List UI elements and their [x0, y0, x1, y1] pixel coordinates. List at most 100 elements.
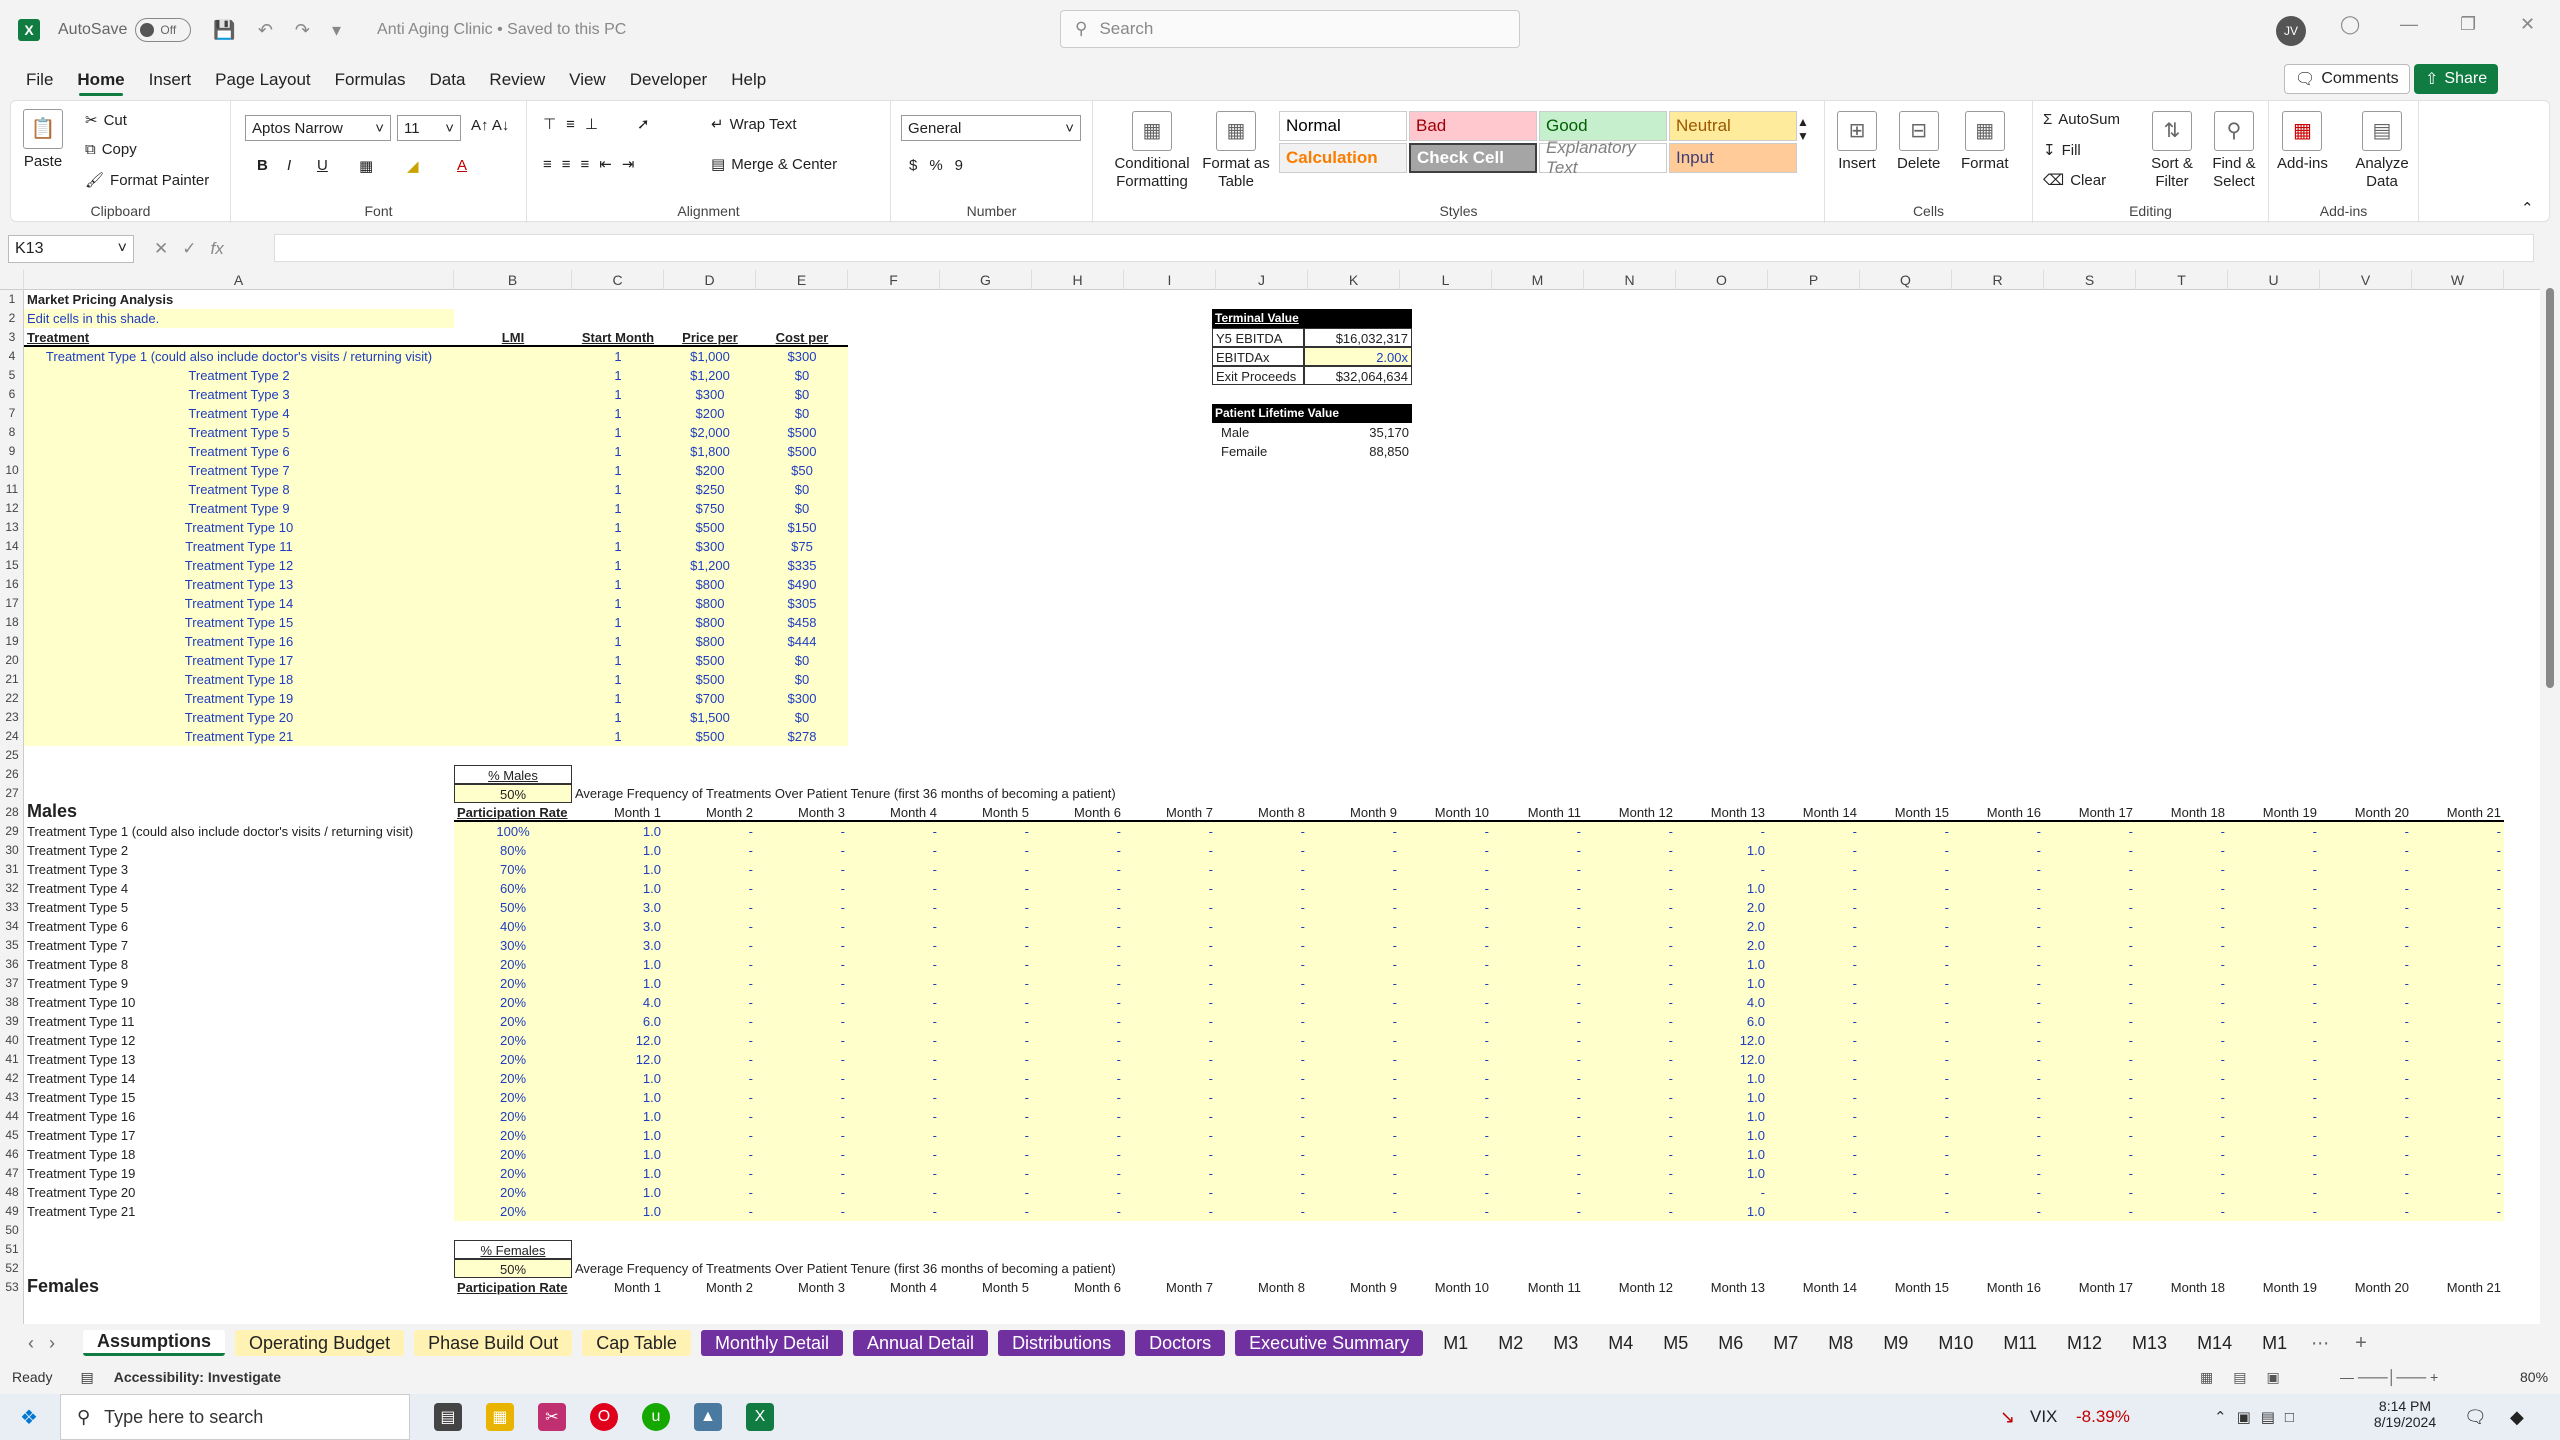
male-frequency-cell[interactable]: - — [1308, 1069, 1400, 1088]
clock[interactable]: 8:14 PM 8/19/2024 — [2362, 1398, 2448, 1430]
price-cell[interactable]: $200 — [664, 461, 756, 480]
male-frequency-cell[interactable]: - — [848, 917, 940, 936]
price-cell[interactable]: $800 — [664, 594, 756, 613]
male-participation-rate[interactable]: 20% — [454, 1164, 572, 1183]
male-frequency-cell[interactable]: - — [2136, 1126, 2228, 1145]
male-frequency-cell[interactable]: - — [1952, 1050, 2044, 1069]
terminal-value[interactable]: $16,032,317 — [1304, 328, 1412, 347]
male-frequency-cell[interactable]: - — [1492, 898, 1584, 917]
zoom-level[interactable]: 80% — [2520, 1369, 2548, 1385]
row-header[interactable]: 18 — [0, 613, 24, 632]
male-frequency-cell[interactable]: 12.0 — [572, 1050, 664, 1069]
style-normal[interactable]: Normal — [1279, 111, 1407, 141]
month-header[interactable]: Month 15 — [1860, 803, 1952, 822]
more-tabs-icon[interactable]: ⋯ — [2311, 1333, 2329, 1354]
male-frequency-cell[interactable]: - — [756, 898, 848, 917]
male-frequency-cell[interactable]: - — [1492, 860, 1584, 879]
lmi-cell[interactable] — [454, 651, 572, 670]
sheet-tab-m14[interactable]: M14 — [2187, 1330, 2242, 1356]
male-frequency-cell[interactable]: - — [2044, 936, 2136, 955]
row-header[interactable]: 29 — [0, 822, 24, 841]
male-frequency-cell[interactable]: - — [1400, 1012, 1492, 1031]
male-frequency-cell[interactable]: - — [2136, 879, 2228, 898]
column-header-Q[interactable]: Q — [1860, 270, 1952, 290]
treatment-name[interactable]: Treatment Type 19 — [24, 689, 454, 708]
males-frequency-note[interactable]: Average Frequency of Treatments Over Pat… — [572, 784, 1676, 803]
lmi-cell[interactable] — [454, 727, 572, 746]
zoom-slider[interactable]: — ───│─── + — [2340, 1369, 2438, 1385]
month-header[interactable]: Month 12 — [1584, 803, 1676, 822]
cost-cell[interactable]: $335 — [756, 556, 848, 575]
name-box[interactable]: K13 ˅ — [8, 235, 134, 263]
accessibility-status[interactable]: Accessibility: Investigate — [114, 1369, 281, 1385]
male-participation-rate[interactable]: 60% — [454, 879, 572, 898]
start-month-cell[interactable]: 1 — [572, 556, 664, 575]
male-participation-rate[interactable]: 20% — [454, 1031, 572, 1050]
male-treatment-name[interactable]: Treatment Type 18 — [24, 1145, 454, 1164]
cost-cell[interactable]: $0 — [756, 708, 848, 727]
male-frequency-cell[interactable]: - — [1676, 822, 1768, 841]
male-frequency-cell[interactable]: 1.0 — [572, 1107, 664, 1126]
male-frequency-cell[interactable]: - — [2320, 974, 2412, 993]
male-frequency-cell[interactable]: - — [1400, 822, 1492, 841]
male-frequency-cell[interactable]: - — [2044, 993, 2136, 1012]
menu-view[interactable]: View — [557, 64, 618, 96]
grow-font-icon[interactable]: A↑ A↓ — [471, 117, 509, 134]
male-frequency-cell[interactable]: - — [2320, 1164, 2412, 1183]
male-frequency-cell[interactable]: - — [940, 936, 1032, 955]
cost-cell[interactable]: $300 — [756, 689, 848, 708]
male-frequency-cell[interactable]: 1.0 — [572, 1088, 664, 1107]
lmi-cell[interactable] — [454, 594, 572, 613]
male-frequency-cell[interactable]: - — [2412, 917, 2504, 936]
male-frequency-cell[interactable]: - — [848, 993, 940, 1012]
row-header[interactable]: 41 — [0, 1050, 24, 1069]
male-frequency-cell[interactable]: - — [1124, 841, 1216, 860]
male-frequency-cell[interactable]: - — [756, 1202, 848, 1221]
male-treatment-name[interactable]: Treatment Type 12 — [24, 1031, 454, 1050]
format-as-table-button[interactable]: ▦ Format as Table — [1195, 111, 1277, 191]
row-header[interactable]: 6 — [0, 385, 24, 404]
male-frequency-cell[interactable]: - — [848, 822, 940, 841]
male-frequency-cell[interactable]: - — [1400, 917, 1492, 936]
male-frequency-cell[interactable]: - — [1952, 879, 2044, 898]
male-frequency-cell[interactable]: - — [756, 993, 848, 1012]
male-frequency-cell[interactable]: - — [848, 1126, 940, 1145]
male-frequency-cell[interactable]: - — [1216, 1107, 1308, 1126]
male-frequency-cell[interactable]: - — [2320, 1012, 2412, 1031]
column-header-P[interactable]: P — [1768, 270, 1860, 290]
pct-females-label[interactable]: % Females — [454, 1240, 572, 1259]
column-header-G[interactable]: G — [940, 270, 1032, 290]
column-header-A[interactable]: A — [24, 270, 454, 290]
male-treatment-name[interactable]: Treatment Type 2 — [24, 841, 454, 860]
male-frequency-cell[interactable]: - — [1584, 822, 1676, 841]
sheet-tab-m10[interactable]: M10 — [1928, 1330, 1983, 1356]
male-frequency-cell[interactable]: - — [1768, 879, 1860, 898]
male-frequency-cell[interactable]: - — [2228, 1145, 2320, 1164]
male-frequency-cell[interactable]: - — [1308, 955, 1400, 974]
price-cell[interactable]: $500 — [664, 651, 756, 670]
male-frequency-cell[interactable]: - — [1124, 1050, 1216, 1069]
start-month-cell[interactable]: 1 — [572, 594, 664, 613]
male-participation-rate[interactable]: 20% — [454, 1088, 572, 1107]
male-frequency-cell[interactable]: - — [2044, 860, 2136, 879]
pct-females-value[interactable]: 50% — [454, 1259, 572, 1278]
month-header[interactable]: Month 2 — [664, 803, 756, 822]
male-participation-rate[interactable]: 80% — [454, 841, 572, 860]
style-input[interactable]: Input — [1669, 143, 1797, 173]
column-header-U[interactable]: U — [2228, 270, 2320, 290]
row-header[interactable]: 47 — [0, 1164, 24, 1183]
row-header[interactable]: 52 — [0, 1259, 24, 1278]
male-frequency-cell[interactable]: - — [1032, 1164, 1124, 1183]
male-frequency-cell[interactable]: - — [2228, 1107, 2320, 1126]
sheet-tab-doctors[interactable]: Doctors — [1135, 1330, 1226, 1356]
male-frequency-cell[interactable]: - — [1124, 993, 1216, 1012]
format-painter-button[interactable]: 🖌 Format Painter — [85, 171, 209, 190]
male-frequency-cell[interactable]: - — [1308, 1031, 1400, 1050]
male-frequency-cell[interactable]: 12.0 — [1676, 1050, 1768, 1069]
scroll-thumb[interactable] — [2546, 288, 2554, 688]
male-frequency-cell[interactable]: 2.0 — [1676, 898, 1768, 917]
male-frequency-cell[interactable]: - — [1952, 841, 2044, 860]
menu-review[interactable]: Review — [477, 64, 557, 96]
male-frequency-cell[interactable]: - — [1492, 955, 1584, 974]
male-frequency-cell[interactable]: - — [2412, 841, 2504, 860]
